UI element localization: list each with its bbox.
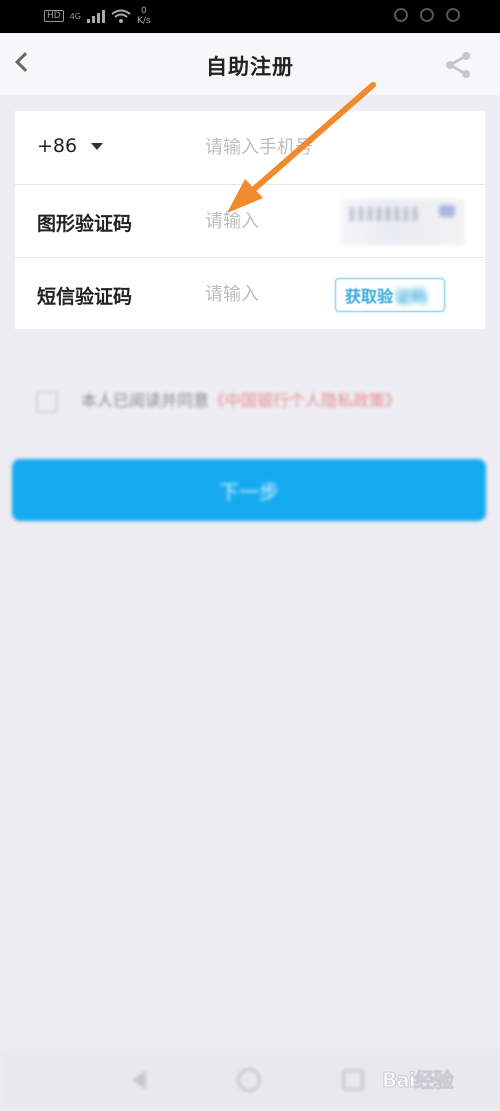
- nav-home-icon[interactable]: [237, 1068, 261, 1092]
- net-speed-unit: K/s: [137, 16, 151, 26]
- get-sms-code-button[interactable]: 获取验 证码: [335, 278, 445, 312]
- phone-input[interactable]: [205, 131, 405, 163]
- nav-bar: 自助注册: [0, 33, 500, 95]
- net-speed: 0 K/s: [137, 6, 151, 26]
- captcha-image[interactable]: [340, 199, 465, 245]
- status-right: [394, 8, 460, 22]
- hd-badge: HD: [44, 10, 64, 22]
- captcha-label: 图形验证码: [37, 213, 133, 235]
- country-code-value: +86: [37, 135, 78, 157]
- agreement-prefix: 本人已阅读并同意: [81, 391, 210, 410]
- status-left: HD 4G 0 K/s: [44, 6, 151, 26]
- watermark-logo: Bai经验: [382, 1056, 497, 1102]
- nav-recent-icon[interactable]: [342, 1069, 364, 1091]
- captcha-row: 图形验证码: [15, 184, 485, 257]
- signal-icon: [87, 9, 105, 23]
- agreement-text: 本人已阅读并同意《中国银行个人隐私政策》: [81, 388, 471, 413]
- net-speed-value: 0: [140, 6, 147, 16]
- privacy-policy-link[interactable]: 《中国银行个人隐私政策》: [209, 391, 401, 410]
- battery-icon: [446, 8, 460, 22]
- phone-row: +86: [15, 111, 485, 184]
- status-bar: HD 4G 0 K/s: [0, 0, 500, 33]
- country-code-select[interactable]: +86: [37, 135, 104, 157]
- sms-button-label: 获取验: [345, 287, 394, 306]
- caret-down-icon: [91, 142, 104, 150]
- share-icon[interactable]: [444, 51, 472, 79]
- network-type: 4G: [69, 11, 81, 21]
- nav-back-icon[interactable]: [132, 1070, 146, 1090]
- sms-row: 短信验证码 获取验证码: [15, 257, 485, 330]
- clock-icon: [420, 8, 434, 22]
- sms-button-label-blurred: 证码: [395, 287, 428, 306]
- watermark-text: Bai经验: [382, 1068, 455, 1093]
- sms-label: 短信验证码: [37, 286, 133, 308]
- eye-icon: [394, 8, 408, 22]
- page-title: 自助注册: [206, 55, 294, 79]
- register-form: +86 图形验证码 短信验证码 获取验证码: [15, 111, 485, 329]
- next-button[interactable]: 下一步: [12, 459, 486, 521]
- agree-checkbox[interactable]: [36, 391, 58, 413]
- wifi-icon: [111, 9, 131, 23]
